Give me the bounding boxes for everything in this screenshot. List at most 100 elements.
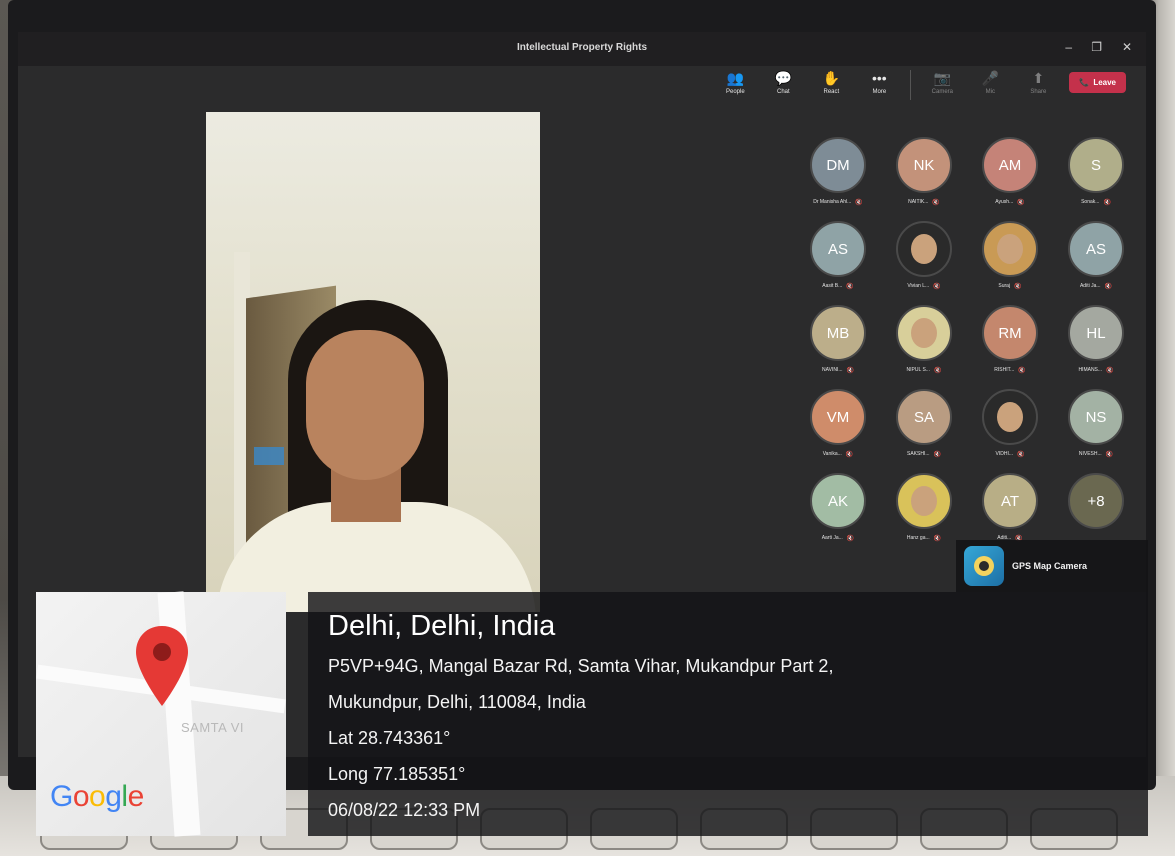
participant-initials: AS xyxy=(827,240,848,258)
participant-meta: Dr Manisha Ahl... 🔇 xyxy=(813,199,863,206)
participant-photo-avatar xyxy=(896,473,952,529)
mic-muted-icon: 🔇 xyxy=(846,284,854,290)
location-pin-icon xyxy=(136,626,188,706)
phone-icon: 📞 xyxy=(1079,78,1090,87)
participant-avatar: AM xyxy=(982,137,1038,193)
participant-meta: NIVESH... 🔇 xyxy=(1079,451,1113,458)
camera-button[interactable]: 📷 Camera xyxy=(925,70,959,95)
participant-tile[interactable]: MB NAVINI... 🔇 xyxy=(796,305,880,389)
restore-button[interactable]: ❐ xyxy=(1091,40,1102,54)
participant-tile[interactable]: Vivian L... 🔇 xyxy=(882,221,966,305)
leave-label: Leave xyxy=(1093,78,1116,87)
gps-map-camera-icon xyxy=(964,546,1004,586)
mic-button[interactable]: 🎤 Mic xyxy=(973,70,1007,95)
participant-tile[interactable]: S Sonak... 🔇 xyxy=(1054,137,1138,221)
participant-initials: NK xyxy=(913,156,935,174)
participant-meta: Vivian L... 🔇 xyxy=(907,283,940,290)
participant-tile[interactable]: AS Aditi Ja... 🔇 xyxy=(1054,221,1138,305)
participant-name: NIPUL S... xyxy=(906,367,930,373)
participant-photo-avatar xyxy=(896,221,952,277)
more-icon: ••• xyxy=(871,70,887,86)
participant-name: NIVESH... xyxy=(1078,451,1102,457)
profile-photo-icon xyxy=(997,234,1023,264)
window-title: Intellectual Property Rights xyxy=(516,42,648,53)
participant-grid: DM Dr Manisha Ahl... 🔇 NK NAITIK... 🔇 AM Ayush.… xyxy=(796,137,1141,557)
participant-initials: AS xyxy=(1085,240,1106,258)
participant-tile[interactable]: AM Ayush... 🔇 xyxy=(968,137,1052,221)
location-city: Delhi, Delhi, India xyxy=(328,610,556,642)
mic-icon: 🎤 xyxy=(981,70,1000,86)
people-icon: 👥 xyxy=(726,70,745,86)
participant-name: VIDHI... xyxy=(995,451,1014,457)
mic-muted-icon: 🔇 xyxy=(1014,284,1022,290)
participant-avatar: MB xyxy=(810,305,866,361)
latitude: Lat 28.743361° xyxy=(328,728,451,748)
participant-meta: Aditi Ja... 🔇 xyxy=(1080,283,1112,290)
mic-muted-icon: 🔇 xyxy=(1017,452,1025,458)
participant-avatar: RM xyxy=(982,305,1038,361)
participant-avatar: NK xyxy=(896,137,952,193)
participant-initials: AT xyxy=(1000,492,1020,510)
mic-muted-icon: 🔇 xyxy=(846,368,854,374)
participant-meta: Hanz ga... 🔇 xyxy=(907,535,941,542)
participant-tile[interactable]: NK NAITIK... 🔇 xyxy=(882,137,966,221)
chat-button[interactable]: 💬 Chat xyxy=(766,70,800,95)
participant-tile[interactable]: DM Dr Manisha Ahl... 🔇 xyxy=(796,137,880,221)
map-thumbnail: SAMTA VI Google xyxy=(36,591,286,837)
longitude: Long 77.185351° xyxy=(328,764,466,784)
more-label: More xyxy=(872,89,887,95)
chat-icon: 💬 xyxy=(774,70,793,86)
title-bar: Intellectual Property Rights – ❐ ✕ xyxy=(18,32,1146,66)
participant-avatar: VM xyxy=(810,389,866,445)
participant-tile[interactable]: RM RISHIT... 🔇 xyxy=(968,305,1052,389)
gps-app-name: GPS Map Camera xyxy=(1012,561,1088,571)
toolbar-divider xyxy=(910,70,912,100)
participant-meta: Aasit B... 🔇 xyxy=(822,283,854,290)
participant-tile[interactable]: VIDHI... 🔇 xyxy=(968,389,1052,473)
mic-muted-icon: 🔇 xyxy=(933,452,941,458)
share-label: Share xyxy=(1030,89,1047,95)
participant-initials: RM xyxy=(998,324,1022,342)
profile-photo-icon xyxy=(911,318,937,348)
participant-tile[interactable]: AS Aasit B... 🔇 xyxy=(796,221,880,305)
participant-avatar: AK xyxy=(810,473,866,529)
mic-muted-icon: 🔇 xyxy=(1104,284,1113,290)
mic-muted-icon: 🔇 xyxy=(1018,368,1026,374)
people-button[interactable]: 👥 People xyxy=(718,70,752,95)
participant-avatar: AT xyxy=(982,473,1038,529)
close-button[interactable]: ✕ xyxy=(1122,40,1132,54)
participant-name: SAKSHI... xyxy=(907,451,930,457)
profile-photo-icon xyxy=(911,234,937,264)
camera-label: Camera xyxy=(931,89,954,95)
participant-tile[interactable]: SA SAKSHI... 🔇 xyxy=(882,389,966,473)
participant-tile[interactable]: Hanz ga... 🔇 xyxy=(882,473,966,557)
participant-tile[interactable]: AK Aarti Ja... 🔇 xyxy=(796,473,880,557)
participant-tile[interactable]: NIPUL S... 🔇 xyxy=(882,305,966,389)
participant-tile[interactable]: HL HIMANS... 🔇 xyxy=(1054,305,1138,389)
mic-label: Mic xyxy=(985,89,996,95)
participant-avatar: AS xyxy=(1068,221,1124,277)
leave-button[interactable]: 📞 Leave xyxy=(1069,72,1126,93)
participant-tile[interactable]: VM Vanika... 🔇 xyxy=(796,389,880,473)
participant-initials: AM xyxy=(998,156,1022,174)
participant-initials: DM xyxy=(826,156,850,174)
participant-name: Ayush... xyxy=(995,199,1014,205)
more-button[interactable]: ••• More xyxy=(862,70,896,95)
participant-meta: NAVINI... 🔇 xyxy=(822,367,854,374)
monitor-glow xyxy=(254,447,284,465)
share-button[interactable]: ⬆ Share xyxy=(1021,70,1055,95)
react-button[interactable]: ✋ React xyxy=(814,70,848,95)
timestamp: 06/08/22 12:33 PM xyxy=(328,800,481,820)
camera-icon: 📷 xyxy=(933,70,952,86)
participant-tile[interactable]: NS NIVESH... 🔇 xyxy=(1054,389,1138,473)
participant-avatar: SA xyxy=(896,389,952,445)
profile-photo-icon xyxy=(911,486,937,516)
participant-tile[interactable]: Suraj 🔇 xyxy=(968,221,1052,305)
main-video-feed xyxy=(206,112,540,612)
address-line-2: Mukundpur, Delhi, 110084, India xyxy=(328,692,586,712)
gps-app-badge: GPS Map Camera xyxy=(956,540,1148,592)
mic-muted-icon: 🔇 xyxy=(855,200,863,206)
participant-name: Dr Manisha Ahl... xyxy=(813,199,852,205)
participant-initials: +8 xyxy=(1087,492,1105,510)
minimize-button[interactable]: – xyxy=(1065,40,1072,54)
